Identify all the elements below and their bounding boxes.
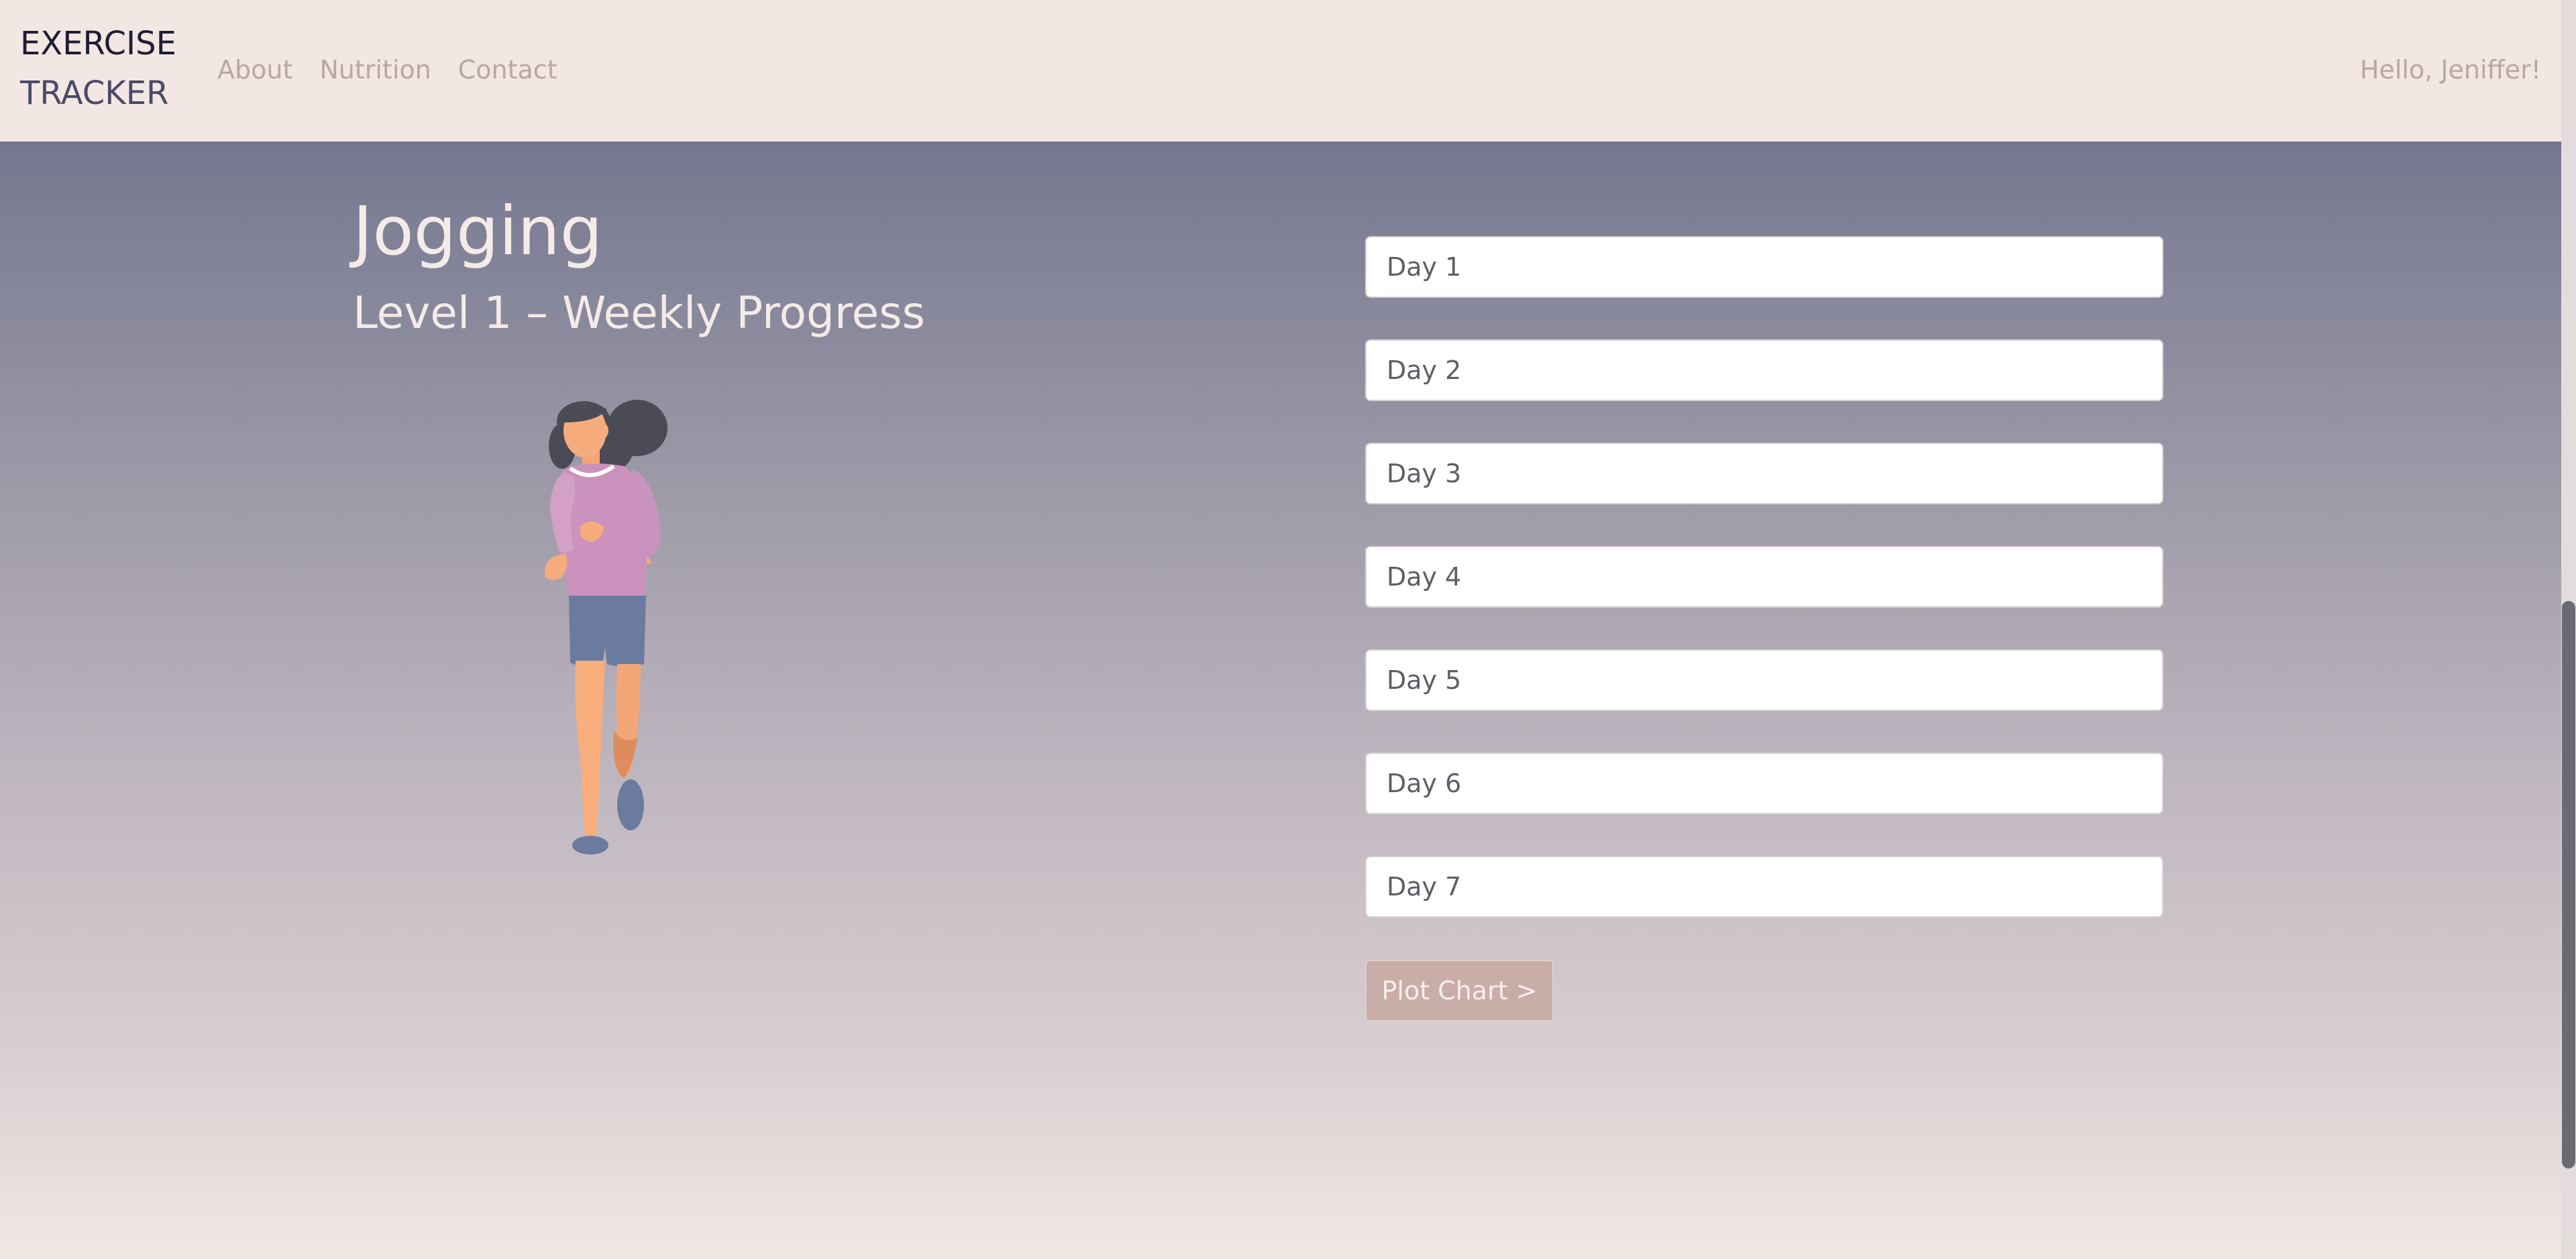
scrollbar-thumb[interactable] (2562, 601, 2575, 1168)
brand-logo[interactable]: EXERCISE TRACKER (20, 19, 176, 118)
nav-link-about[interactable]: About (217, 52, 292, 87)
page-subtitle: Level 1 – Weekly Progress (353, 287, 926, 339)
brand-line-2: TRACKER (20, 74, 169, 112)
user-greeting: Hello, Jeniffer! (2359, 55, 2541, 85)
app-viewport: EXERCISE TRACKER About Nutrition Contact… (0, 0, 2576, 1259)
nav-links: About Nutrition Contact (217, 52, 557, 87)
page-title: Jogging (353, 192, 603, 270)
plot-chart-button[interactable]: Plot Chart > (1365, 960, 1554, 1022)
day-5-input[interactable] (1365, 649, 2163, 711)
day-1-input[interactable] (1365, 236, 2163, 298)
day-2-input[interactable] (1365, 339, 2163, 401)
jogging-woman-illustration (544, 400, 667, 855)
day-3-input[interactable] (1365, 443, 2163, 504)
nav-link-contact[interactable]: Contact (458, 52, 557, 87)
nav-link-nutrition[interactable]: Nutrition (319, 52, 431, 87)
day-6-input[interactable] (1365, 753, 2163, 814)
top-navbar: EXERCISE TRACKER About Nutrition Contact… (0, 0, 2561, 142)
day-4-input[interactable] (1365, 546, 2163, 608)
brand-line-1: EXERCISE (20, 25, 176, 62)
day-7-input[interactable] (1365, 856, 2163, 918)
